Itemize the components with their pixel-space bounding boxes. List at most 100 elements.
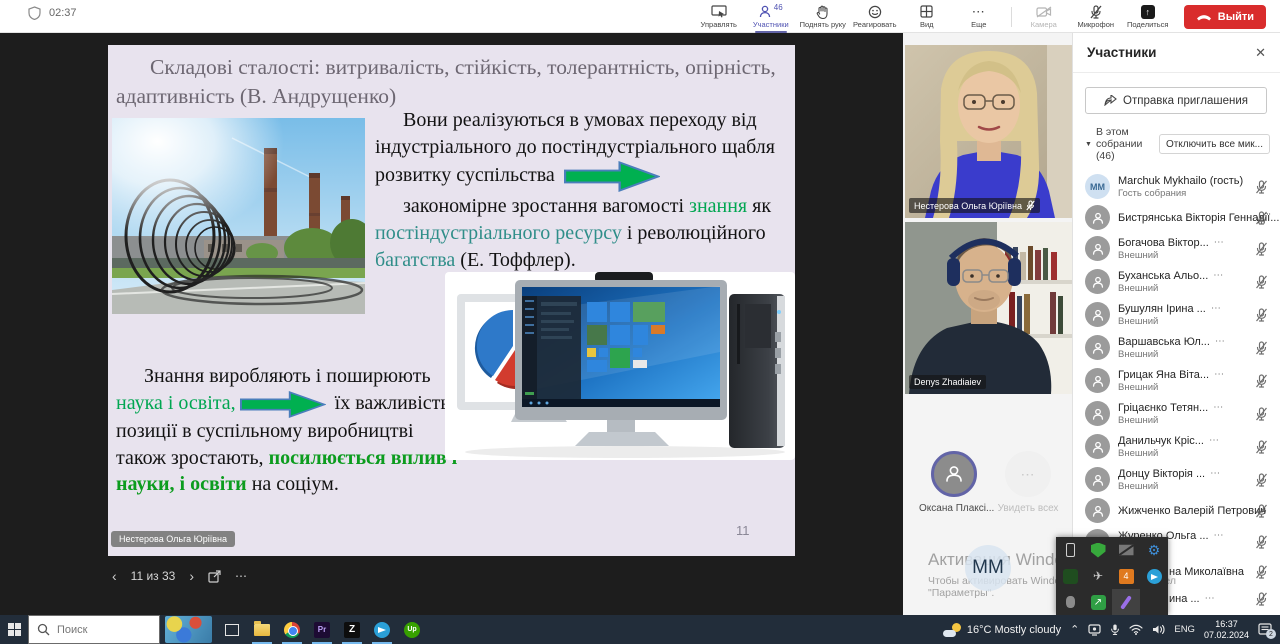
teams-tray-icon[interactable] — [1088, 624, 1101, 636]
row-more-icon[interactable]: ⋯ — [1214, 369, 1225, 380]
wifi-icon[interactable] — [1129, 624, 1143, 635]
participant-row[interactable]: Гріцаєнко Тетян...⋯ Внешний — [1073, 397, 1280, 430]
person-icon — [1091, 275, 1105, 289]
capcut-button[interactable]: Z — [337, 615, 367, 644]
participant-row[interactable]: Богачова Віктор...⋯ Внешний — [1073, 232, 1280, 265]
participant-row[interactable]: Бистрянська Вікторія Геннадії... — [1073, 203, 1280, 232]
feather-icon[interactable] — [1120, 595, 1132, 610]
mic-muted-icon[interactable] — [1255, 341, 1268, 355]
avatar-initials: MM — [1090, 182, 1105, 192]
plane-icon[interactable]: ✈ — [1091, 569, 1106, 584]
view-button[interactable]: Вид — [901, 0, 953, 33]
news-weather-widget[interactable] — [165, 616, 212, 643]
participant-row[interactable]: Варшавська Юл...⋯ Внешний — [1073, 331, 1280, 364]
clock[interactable]: 16:37 07.02.2024 — [1204, 619, 1249, 640]
row-more-icon[interactable]: ⋯ — [1210, 468, 1221, 479]
display-off-icon[interactable] — [1119, 543, 1134, 558]
close-icon[interactable]: ✕ — [1255, 45, 1266, 61]
mic-muted-icon[interactable] — [1255, 275, 1268, 289]
row-more-icon[interactable]: ⋯ — [1214, 237, 1225, 248]
self-initials-avatar[interactable]: MM — [965, 545, 1011, 591]
mute-all-button[interactable]: Отключить все мик... — [1159, 134, 1270, 154]
slide-paragraph-3: Знання виробляють і поширюють наука і ос… — [116, 363, 464, 498]
mic-muted-icon[interactable] — [1255, 504, 1268, 518]
participants-button[interactable]: 46 Участники — [745, 0, 797, 33]
section-label[interactable]: ▼В этом собрании (46) — [1085, 126, 1159, 162]
share-green-icon[interactable]: ↗ — [1091, 595, 1106, 610]
camera-button[interactable]: Камера — [1018, 0, 1070, 33]
avatar — [1085, 205, 1110, 230]
screen-control-icon — [711, 5, 727, 19]
more-slides-icon[interactable]: ⋯ — [235, 569, 249, 583]
participant-row[interactable]: Бушулян Ірина ...⋯ Внешний — [1073, 298, 1280, 331]
premiere-button[interactable]: Pr — [307, 615, 337, 644]
microphone-button[interactable]: Микрофон — [1070, 0, 1122, 33]
mic-muted-icon[interactable] — [1255, 473, 1268, 487]
usb-device-icon[interactable] — [1066, 543, 1075, 557]
participant-row[interactable]: Буханська Альо...⋯ Внешний — [1073, 265, 1280, 298]
participant-row[interactable]: Грицак Яна Віта...⋯ Внешний — [1073, 364, 1280, 397]
upwork-button[interactable]: Up — [397, 615, 427, 644]
mic-muted-icon[interactable] — [1255, 440, 1268, 454]
row-more-icon[interactable]: ⋯ — [1214, 530, 1225, 541]
language-indicator[interactable]: ENG — [1174, 624, 1195, 635]
row-more-icon[interactable]: ⋯ — [1213, 402, 1224, 413]
more-icon: ⋯ — [972, 5, 986, 19]
chrome-button[interactable] — [277, 615, 307, 644]
video-tile-nesterova[interactable]: Нестерова Ольга Юріївна — [905, 45, 1072, 218]
volume-icon[interactable] — [1152, 624, 1165, 635]
mic-muted-icon[interactable] — [1255, 374, 1268, 388]
participant-row[interactable]: MM Marchuk Mykhailo (гость) Гость собран… — [1073, 170, 1280, 203]
participant-name: Богачова Віктор... — [1118, 237, 1209, 249]
mic-muted-icon[interactable] — [1255, 308, 1268, 322]
share-button[interactable]: ↑ Поделиться — [1122, 0, 1174, 33]
mic-muted-icon[interactable] — [1255, 592, 1268, 606]
see-all-wrap[interactable]: ⋯ Увидеть всех — [993, 451, 1063, 514]
video-app-icon[interactable] — [1063, 569, 1078, 584]
participant-row[interactable]: Донцу Вікторія ...⋯ Внешний — [1073, 463, 1280, 496]
mic-muted-icon[interactable] — [1255, 565, 1268, 579]
update-orange-icon[interactable]: 4 — [1119, 569, 1134, 584]
task-view-button[interactable] — [217, 615, 247, 644]
defender-shield-icon[interactable] — [1091, 543, 1106, 558]
participant-info: Жижченко Валерій Петрович — [1118, 505, 1247, 517]
telegram-button[interactable] — [367, 615, 397, 644]
leave-button[interactable]: Выйти — [1184, 5, 1266, 29]
capcut-icon: Z — [344, 622, 360, 638]
presenter-watermark: Нестерова Ольга Юріївна — [111, 531, 235, 547]
row-more-icon[interactable]: ⋯ — [1209, 435, 1220, 446]
mic-muted-icon[interactable] — [1255, 211, 1268, 225]
premiere-icon: Pr — [314, 622, 330, 638]
person-icon — [1091, 504, 1105, 518]
notification-center-button[interactable]: 2 — [1258, 623, 1272, 636]
row-more-icon[interactable]: ⋯ — [1205, 593, 1216, 604]
mic-muted-icon[interactable] — [1255, 407, 1268, 421]
telegram-tray-icon[interactable] — [1147, 569, 1162, 584]
mic-tray-icon[interactable] — [1110, 623, 1120, 636]
prev-slide-icon[interactable]: ‹ — [112, 568, 117, 584]
manage-button[interactable]: Управлять — [693, 0, 745, 33]
mic-muted-icon[interactable] — [1255, 180, 1268, 194]
video-tile-zhadiaiev[interactable]: Denys Zhadiaiev — [905, 222, 1072, 394]
weather-widget[interactable]: 16°C Mostly cloudy — [943, 623, 1061, 637]
next-slide-icon[interactable]: › — [189, 568, 194, 584]
send-invite-button[interactable]: Отправка приглашения — [1085, 87, 1267, 114]
more-button[interactable]: ⋯ Еще — [953, 0, 1005, 33]
taskbar-search[interactable] — [28, 615, 160, 644]
mouse-icon[interactable] — [1066, 596, 1075, 608]
participant-row[interactable]: Данильчук Кріс...⋯ Внешний — [1073, 430, 1280, 463]
react-button[interactable]: Реагировать — [849, 0, 901, 33]
start-button[interactable] — [0, 615, 28, 644]
mic-muted-icon[interactable] — [1255, 535, 1268, 549]
speaker-avatar-wrap[interactable]: Оксана Плаксі... — [919, 451, 989, 514]
row-more-icon[interactable]: ⋯ — [1213, 270, 1224, 281]
tray-expand-icon[interactable]: ⌃ — [1070, 623, 1079, 636]
settings-gear-icon[interactable]: ⚙ — [1147, 543, 1162, 558]
mic-muted-icon[interactable] — [1255, 242, 1268, 256]
popout-icon[interactable] — [208, 570, 221, 583]
row-more-icon[interactable]: ⋯ — [1215, 336, 1226, 347]
participant-row[interactable]: Жижченко Валерій Петрович — [1073, 496, 1280, 525]
file-explorer-button[interactable] — [247, 615, 277, 644]
row-more-icon[interactable]: ⋯ — [1211, 303, 1222, 314]
raise-hand-button[interactable]: Поднять руку — [797, 0, 849, 33]
